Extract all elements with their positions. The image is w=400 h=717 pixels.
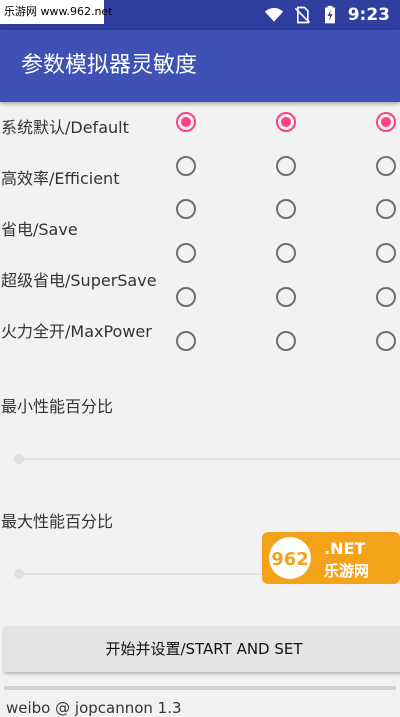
- radio-default-col1[interactable]: [176, 112, 196, 132]
- status-bar: 乐游网 www.962.net 9:23: [0, 0, 400, 30]
- radio-supersave-col3[interactable]: [376, 243, 396, 263]
- progress-bar: [4, 686, 396, 690]
- radio-maxpower-col1[interactable]: [176, 287, 196, 307]
- mode-label-efficient: 高效率/Efficient: [1, 169, 120, 188]
- wifi-icon: [264, 7, 283, 22]
- status-icons: 9:23: [264, 0, 390, 30]
- app-bar: 参数模拟器灵敏度: [0, 30, 400, 102]
- radio-extra-col2[interactable]: [276, 331, 296, 351]
- mode-label-supersave: 超级省电/SuperSave: [1, 271, 157, 290]
- radio-default-col3[interactable]: [376, 112, 396, 132]
- mode-label-maxpower: 火力全开/MaxPower: [1, 322, 152, 341]
- radio-save-col2[interactable]: [276, 199, 296, 219]
- radio-save-col3[interactable]: [376, 199, 396, 219]
- min-performance-thumb[interactable]: [14, 454, 24, 464]
- radio-efficient-col3[interactable]: [376, 156, 396, 176]
- radio-extra-col3[interactable]: [376, 331, 396, 351]
- radio-supersave-col1[interactable]: [176, 243, 196, 263]
- battery-charging-icon: [324, 5, 335, 24]
- radio-maxpower-col2[interactable]: [276, 287, 296, 307]
- footer-credit: weibo @ jopcannon 1.3: [6, 699, 182, 717]
- min-performance-slider[interactable]: [18, 458, 400, 460]
- radio-supersave-col2[interactable]: [276, 243, 296, 263]
- badge-main: 962: [271, 549, 309, 570]
- radio-default-col2[interactable]: [276, 112, 296, 132]
- watermark-text: 乐游网 www.962.net: [0, 0, 113, 24]
- clock-text: 9:23: [347, 5, 390, 25]
- start-and-set-button[interactable]: 开始并设置/START AND SET: [4, 626, 400, 672]
- radio-efficient-col2[interactable]: [276, 156, 296, 176]
- max-performance-label: 最大性能百分比: [1, 512, 114, 531]
- badge-suffix: .NET: [324, 539, 365, 558]
- radio-efficient-col1[interactable]: [176, 156, 196, 176]
- app-title: 参数模拟器灵敏度: [21, 53, 198, 78]
- mode-label-save: 省电/Save: [1, 220, 78, 239]
- radio-save-col1[interactable]: [176, 199, 196, 219]
- radio-maxpower-col3[interactable]: [376, 287, 396, 307]
- mode-label-default: 系统默认/Default: [1, 118, 129, 137]
- badge-caption: 乐游网: [324, 562, 369, 580]
- max-performance-thumb[interactable]: [14, 569, 24, 579]
- 962-logo-badge: 962 .NET 乐游网: [262, 532, 400, 584]
- min-performance-label: 最小性能百分比: [1, 397, 114, 416]
- radio-extra-col1[interactable]: [176, 331, 196, 351]
- no-sim-icon: [294, 6, 310, 24]
- main-content: 系统默认/Default 高效率/Efficient 省电/Save 超级省电/…: [0, 102, 400, 717]
